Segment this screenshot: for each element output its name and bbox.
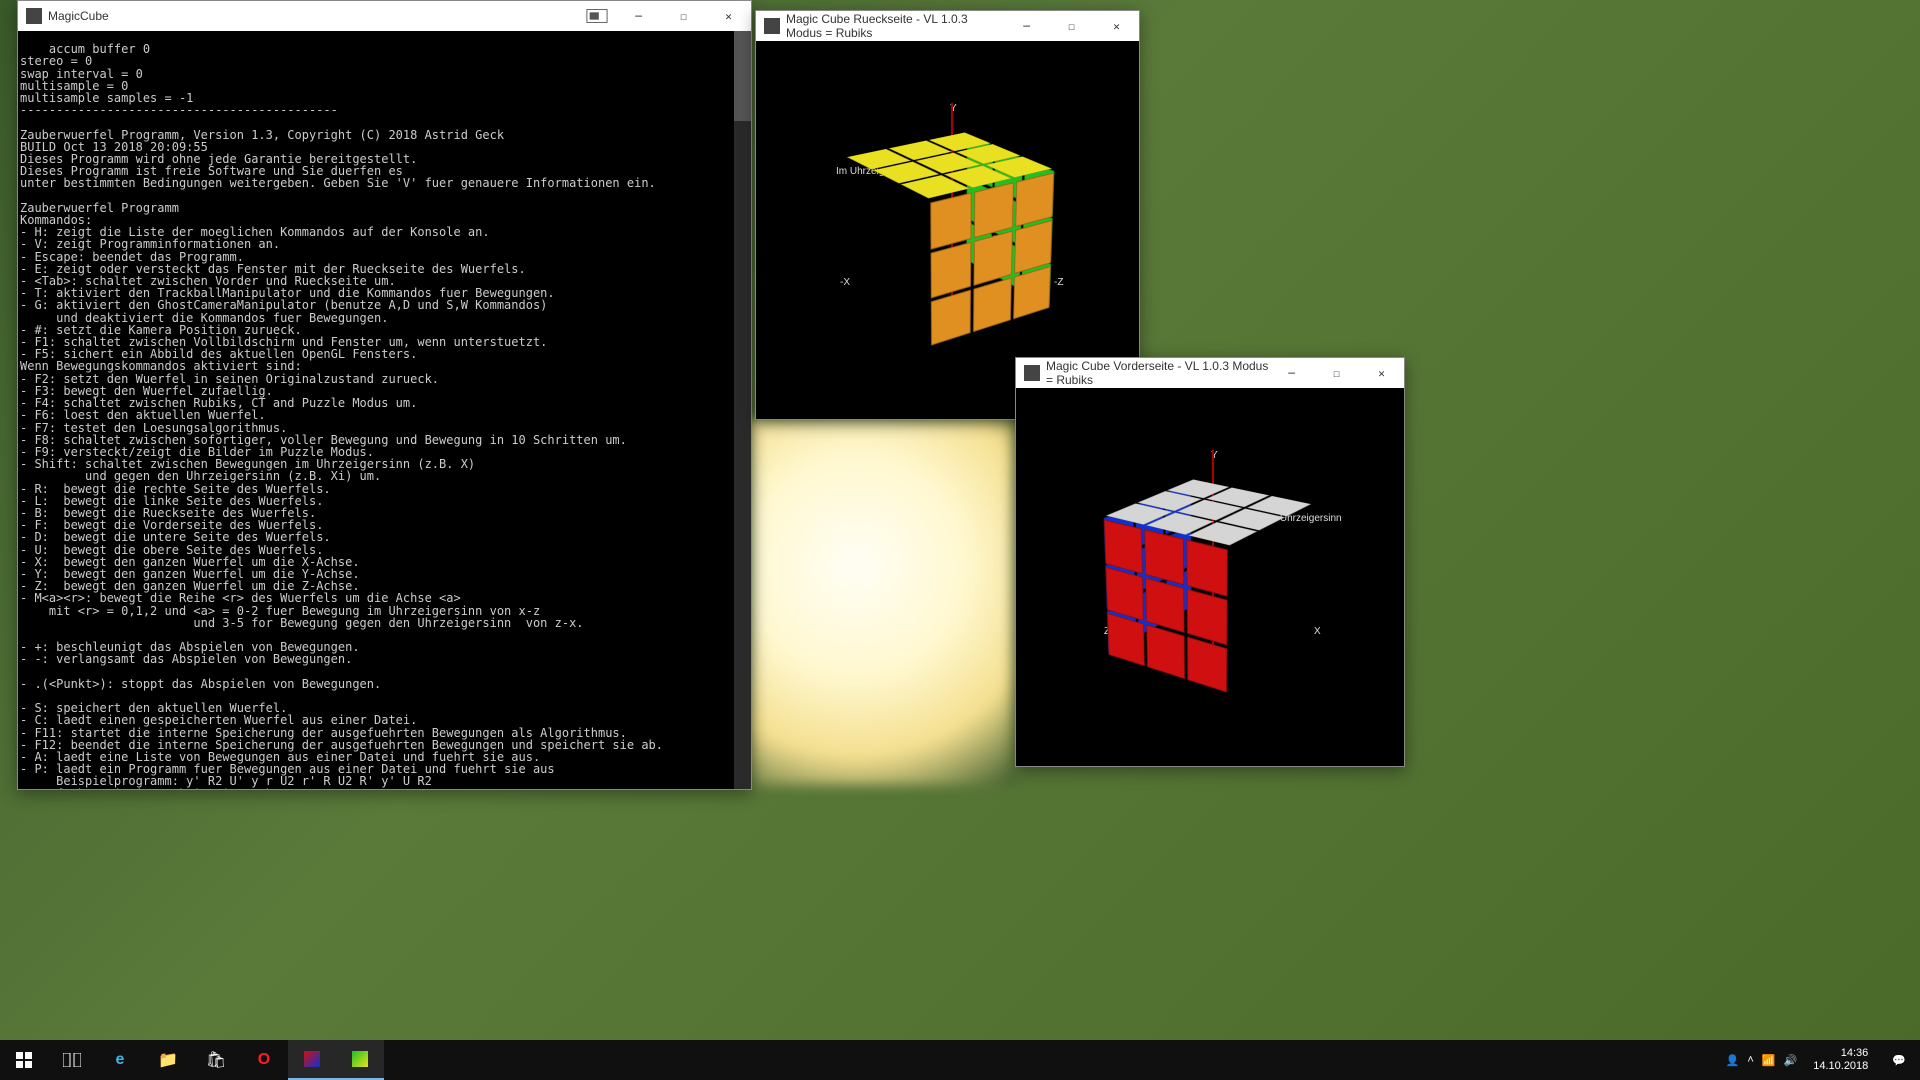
front-cube-window: Magic Cube Vorderseite - VL 1.0.3 Modus … xyxy=(1015,357,1405,767)
start-button[interactable] xyxy=(0,1040,48,1080)
folder-icon: 📁 xyxy=(158,1050,178,1070)
opera-button[interactable]: O xyxy=(240,1040,288,1080)
network-icon[interactable]: 📶 xyxy=(1762,1054,1776,1067)
console-text: accum buffer 0 stereo = 0 swap interval … xyxy=(20,42,663,789)
maximize-button[interactable]: ☐ xyxy=(661,1,706,31)
task-view-icon xyxy=(63,1053,81,1067)
window-buttons: ─ ☐ ✕ xyxy=(1004,11,1139,41)
store-icon: 🛍 xyxy=(206,1050,226,1070)
maximize-button[interactable]: ☐ xyxy=(1314,358,1359,388)
opera-icon: O xyxy=(258,1051,270,1069)
front-cube[interactable] xyxy=(1149,496,1275,667)
console-window: MagicCube ─ ☐ ✕ accum buffer 0 stereo = … xyxy=(17,0,752,790)
taskbar-clock[interactable]: 14:36 14.10.2018 xyxy=(1805,1047,1876,1073)
axis-x-label: -X xyxy=(840,277,850,288)
notifications-icon[interactable]: 💬 xyxy=(1884,1054,1914,1067)
taskbar: e 📁 🛍 O 👤 ˄ 📶 🔊 14:36 14.10.2018 💬 xyxy=(0,1040,1920,1080)
app-icon xyxy=(1024,365,1040,381)
maximize-button[interactable]: ☐ xyxy=(1049,11,1094,41)
scrollbar-thumb[interactable] xyxy=(734,31,751,121)
app-icon xyxy=(352,1051,368,1067)
close-button[interactable]: ✕ xyxy=(706,1,751,31)
clock-date: 14.10.2018 xyxy=(1813,1060,1868,1073)
window-buttons: ─ ☐ ✕ xyxy=(1269,358,1404,388)
minimize-button[interactable]: ─ xyxy=(616,1,661,31)
edge-button[interactable]: e xyxy=(96,1040,144,1080)
vertical-scrollbar[interactable] xyxy=(734,31,751,789)
axis-x-label: X xyxy=(1314,626,1321,637)
cast-icon xyxy=(586,8,608,24)
system-tray: 👤 ˄ 📶 🔊 14:36 14.10.2018 💬 xyxy=(1726,1047,1920,1073)
front-titlebar[interactable]: Magic Cube Vorderseite - VL 1.0.3 Modus … xyxy=(1016,358,1404,388)
magiccube-taskbar-button-2[interactable] xyxy=(336,1040,384,1080)
edge-icon: e xyxy=(116,1051,125,1069)
console-body[interactable]: accum buffer 0 stereo = 0 swap interval … xyxy=(18,31,751,789)
close-button[interactable]: ✕ xyxy=(1359,358,1404,388)
explorer-button[interactable]: 📁 xyxy=(144,1040,192,1080)
clock-time: 14:36 xyxy=(1813,1047,1868,1060)
window-buttons: ─ ☐ ✕ xyxy=(616,1,751,31)
rear-titlebar[interactable]: Magic Cube Rueckseite - VL 1.0.3 Modus =… xyxy=(756,11,1139,41)
volume-icon[interactable]: 🔊 xyxy=(1784,1054,1798,1067)
store-button[interactable]: 🛍 xyxy=(192,1040,240,1080)
people-icon[interactable]: 👤 xyxy=(1726,1054,1740,1067)
task-view-button[interactable] xyxy=(48,1040,96,1080)
front-title: Magic Cube Vorderseite - VL 1.0.3 Modus … xyxy=(1046,359,1269,387)
cube-left-face xyxy=(927,169,1056,349)
front-viewport[interactable]: Im Uhrzeigersinn Y X Z xyxy=(1016,388,1404,766)
minimize-button[interactable]: ─ xyxy=(1269,358,1314,388)
rear-title: Magic Cube Rueckseite - VL 1.0.3 Modus =… xyxy=(786,12,1004,40)
windows-icon xyxy=(16,1052,32,1068)
tray-chevron-icon[interactable]: ˄ xyxy=(1747,1054,1753,1066)
app-icon xyxy=(764,18,780,34)
desktop-wallpaper-flower xyxy=(750,420,1015,785)
axis-z-label: -Z xyxy=(1054,277,1063,288)
minimize-button[interactable]: ─ xyxy=(1004,11,1049,41)
close-button[interactable]: ✕ xyxy=(1094,11,1139,41)
console-title: MagicCube xyxy=(48,9,586,23)
app-icon xyxy=(26,8,42,24)
cube-right-face xyxy=(1101,516,1230,696)
rear-cube[interactable] xyxy=(882,149,1008,320)
magiccube-taskbar-button[interactable] xyxy=(288,1040,336,1080)
app-icon xyxy=(304,1051,320,1067)
console-titlebar[interactable]: MagicCube ─ ☐ ✕ xyxy=(18,1,751,31)
